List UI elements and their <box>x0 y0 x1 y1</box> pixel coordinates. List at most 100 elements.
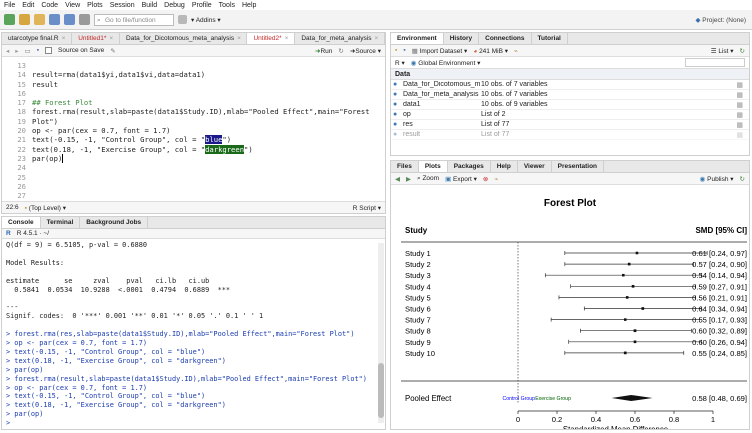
env-tab-tutorial[interactable]: Tutorial <box>532 33 568 44</box>
global-env-menu[interactable]: ◉ Global Environment ▾ <box>411 59 481 67</box>
save-icon[interactable] <box>49 14 60 25</box>
next-plot-icon[interactable]: ▶ <box>406 175 411 183</box>
view-data-icon[interactable]: ▦ <box>736 131 743 139</box>
memory-usage[interactable]: ◕ 241 MiB ▾ <box>473 47 508 55</box>
menu-profile[interactable]: Profile <box>192 2 212 9</box>
run-button[interactable]: ➜Run <box>315 47 332 55</box>
menu-plots[interactable]: Plots <box>87 2 103 9</box>
env-row-op[interactable]: ● op List of 2 ▦ <box>391 110 749 120</box>
menu-help[interactable]: Help <box>242 2 256 9</box>
editor-tab-4[interactable]: Data_for_meta_analysis × <box>295 33 385 44</box>
menu-build[interactable]: Build <box>142 2 158 9</box>
scope-menu[interactable]: ▪ (Top Level) ▾ <box>25 204 66 212</box>
save-workspace-icon[interactable]: ▪ <box>403 47 405 54</box>
expand-icon[interactable]: ● <box>393 81 397 88</box>
plot-tab-presentation[interactable]: Presentation <box>552 161 605 172</box>
env-row-res[interactable]: ● res List of 77 ▦ <box>391 120 749 130</box>
zoom-button[interactable]: ⌕ Zoom <box>417 175 439 183</box>
env-row-data1[interactable]: ● data1 10 obs. of 9 variables ▦ <box>391 100 749 110</box>
expand-icon[interactable]: ● <box>393 91 397 98</box>
env-tab-environment[interactable]: Environment <box>391 33 444 44</box>
menu-code[interactable]: Code <box>41 2 58 9</box>
list-view-menu[interactable]: ☰ List ▾ <box>711 47 734 55</box>
plot-tab-plots[interactable]: Plots <box>418 161 448 172</box>
plot-tab-files[interactable]: Files <box>391 161 419 172</box>
exercise-group-annotation: Exercise Group <box>535 396 571 402</box>
publish-button[interactable]: ◉ Publish ▾ <box>700 175 734 183</box>
goto-file-input[interactable]: ⌕ Go to file/function <box>94 13 174 26</box>
open-file-icon[interactable] <box>34 14 45 25</box>
remove-plot-icon[interactable]: ⊗ <box>483 175 488 183</box>
refresh-icon[interactable]: ↻ <box>740 47 745 55</box>
prev-plot-icon[interactable]: ◀ <box>395 175 400 183</box>
import-dataset-button[interactable]: ▦ Import Dataset ▾ <box>412 47 468 55</box>
console-tab-background-jobs[interactable]: Background Jobs <box>80 217 149 228</box>
view-data-icon[interactable]: ▦ <box>736 121 743 129</box>
plot-tab-packages[interactable]: Packages <box>448 161 491 172</box>
grid-icon[interactable] <box>178 15 187 24</box>
console-tab-console[interactable]: Console <box>2 217 41 228</box>
code-editor[interactable]: 13 14 15 16 17 18 19 20 21 22 23 24 25 26 27 result=rm… <box>2 59 385 203</box>
new-file-icon[interactable] <box>4 14 15 25</box>
console-output[interactable]: Q(df = 9) = 6.5105, p-val = 0.6880 Model… <box>6 241 375 427</box>
view-data-icon[interactable]: ▦ <box>736 111 743 119</box>
expand-icon[interactable]: ● <box>393 101 397 108</box>
globe-icon: ◉ <box>410 59 417 67</box>
open-project-icon[interactable] <box>19 14 30 25</box>
menu-edit[interactable]: Edit <box>22 2 34 9</box>
editor-tab-2[interactable]: Data_for_Dicotomous_meta_analysis × <box>120 33 248 44</box>
expand-icon[interactable]: ● <box>393 121 397 128</box>
study-label: Study 10 <box>405 349 435 358</box>
plot-tab-help[interactable]: Help <box>491 161 518 172</box>
addins-menu[interactable]: ▾ Addins ▾ <box>191 16 221 24</box>
menu-bar: File Edit Code View Plots Session Build Debug Pr… <box>0 0 752 10</box>
env-row-result[interactable]: ● result List of 77 ▦ <box>391 130 749 140</box>
refresh-plot-icon[interactable]: ↻ <box>740 175 745 183</box>
env-row-datafordicotomousm[interactable]: ● Data_for_Dicotomous_m… 10 obs. of 7 vari… <box>391 80 749 90</box>
broom-icon[interactable]: ⌁ <box>514 47 518 55</box>
forward-icon[interactable]: ▸ <box>15 47 18 55</box>
env-tab-connections[interactable]: Connections <box>479 33 532 44</box>
close-tab-icon[interactable]: × <box>237 35 241 42</box>
editor-tab-1[interactable]: Untitled1* × <box>72 33 121 44</box>
save-editor-icon[interactable]: ▪ <box>37 47 39 54</box>
plot-tab-viewer[interactable]: Viewer <box>518 161 552 172</box>
load-workspace-icon[interactable]: ▪ <box>395 47 397 54</box>
close-tab-icon[interactable]: × <box>285 35 289 42</box>
editor-tabs: utarcotype final.R × Untitled1* × Data_for_D… <box>2 33 385 45</box>
export-button[interactable]: ▣ Export ▾ <box>445 175 477 183</box>
save-all-icon[interactable] <box>64 14 75 25</box>
env-row-dataformetaanalysis[interactable]: ● Data_for_meta_analysis 10 obs. of 7 vari… <box>391 90 749 100</box>
view-data-icon[interactable]: ▦ <box>736 101 743 109</box>
console-tab-terminal[interactable]: Terminal <box>41 217 81 228</box>
view-data-icon[interactable]: ▦ <box>736 91 743 99</box>
close-tab-icon[interactable]: × <box>374 35 378 42</box>
env-tab-history[interactable]: History <box>444 33 480 44</box>
file-type-menu[interactable]: R Script ▾ <box>353 204 381 212</box>
project-menu[interactable]: ◆ Project: (None) <box>695 16 746 24</box>
rerun-icon[interactable]: ↻ <box>338 47 343 55</box>
menu-file[interactable]: File <box>4 2 15 9</box>
menu-debug[interactable]: Debug <box>164 2 185 9</box>
close-tab-icon[interactable]: × <box>62 35 66 42</box>
expand-icon[interactable]: ● <box>393 111 397 118</box>
source-on-save-checkbox[interactable] <box>45 47 52 54</box>
back-icon[interactable]: ◂ <box>6 47 9 55</box>
menu-session[interactable]: Session <box>110 2 135 9</box>
view-data-icon[interactable]: ▦ <box>736 81 743 89</box>
menu-view[interactable]: View <box>65 2 80 9</box>
env-search-input[interactable] <box>685 58 745 67</box>
print-icon[interactable] <box>79 14 90 25</box>
language-menu[interactable]: R ▾ <box>395 59 405 67</box>
editor-tab-0[interactable]: utarcotype final.R × <box>2 33 73 44</box>
show-in-window-icon[interactable]: ▭ <box>25 47 31 55</box>
magic-wand-icon[interactable]: ✎ <box>110 47 115 55</box>
source-button[interactable]: ➜Source ▾ <box>350 47 381 55</box>
close-tab-icon[interactable]: × <box>109 35 113 42</box>
console-scrollbar[interactable] <box>378 243 384 423</box>
menu-tools[interactable]: Tools <box>219 2 235 9</box>
expand-icon[interactable]: ● <box>393 131 397 138</box>
effect-text: 0.61 [0.24, 0.97] <box>692 249 747 258</box>
editor-tab-3[interactable]: Untitled2* × <box>247 33 296 44</box>
clear-plots-icon[interactable]: ⌁ <box>494 175 498 183</box>
